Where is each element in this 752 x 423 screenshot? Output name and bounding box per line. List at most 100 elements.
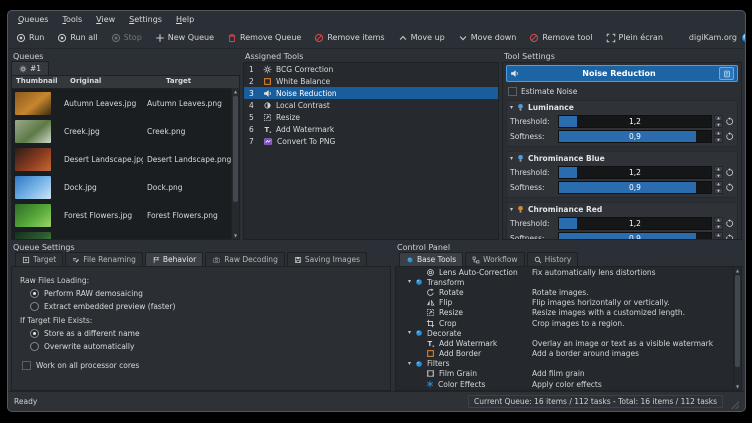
queue-row[interactable]: Dock.jpgDock.png [12,173,239,201]
checkbox[interactable] [22,361,31,370]
spin-down-icon[interactable]: ▼ [714,239,723,240]
chrominance-red-softnessslider[interactable]: 0,9 [558,232,712,240]
tool-group-decorate[interactable]: ▾Decorate [396,328,741,338]
spin-up-icon[interactable]: ▲ [714,115,723,121]
assigned-tool-resize[interactable]: 5Resize [244,111,498,123]
spin-up-icon[interactable]: ▲ [714,232,723,238]
spin-down-icon[interactable]: ▼ [714,173,723,179]
estimate-noise-option[interactable]: Estimate Noise [508,87,736,96]
toolbar-run-button[interactable]: Run [16,33,44,43]
store-as-a-different-name-radio[interactable]: Store as a different name [30,329,382,338]
spinbox[interactable]: ▲▼ [714,232,723,240]
tool-item-rotate[interactable]: RotateRotate images. [396,287,741,297]
radio-button[interactable] [30,342,39,351]
assigned-tool-add-watermark[interactable]: 6TAdd Watermark [244,123,498,135]
queue-tab-1[interactable]: #1 [11,61,49,75]
toolbar-remove-items-button[interactable]: Remove items [314,33,384,43]
extract-embedded-preview-faster-radio[interactable]: Extract embedded preview (faster) [30,302,382,311]
spinbox[interactable]: ▲▼ [714,181,723,194]
queue-row[interactable]: Forest Flowers.jpgForest Flowers.png [12,201,239,229]
chrominance-blue-thresholdslider[interactable]: 1,2 [558,166,712,179]
queue-settings-tab-target[interactable]: Target [15,252,63,266]
tool-item-lens-auto-correction[interactable]: Lens Auto-CorrectionFix automatically le… [396,267,741,277]
expand-arrow-icon[interactable]: ▾ [408,279,411,285]
queue-settings-tab-raw-decoding[interactable]: Raw Decoding [205,252,285,266]
tool-item-crop[interactable]: CropCrop images to a region. [396,318,741,328]
queue-settings-tab-behavior[interactable]: Behavior [145,252,203,266]
section-chrominance-red-header[interactable]: ▾Chrominance Red [510,204,734,215]
toolbar-move-down-button[interactable]: Move down [458,33,517,43]
assigned-tool-white-balance[interactable]: 2White Balance [244,75,498,87]
toolbar-new-queue-button[interactable]: New Queue [155,33,214,43]
reset-button[interactable] [725,219,734,228]
tool-item-add-watermark[interactable]: TAdd WatermarkOverlay an image or text a… [396,338,741,348]
spin-down-icon[interactable]: ▼ [714,188,723,194]
scroll-down-icon[interactable]: ▼ [735,384,740,389]
tool-group-transform[interactable]: ▾Transform [396,277,741,287]
resize-grip[interactable] [731,401,739,409]
spin-up-icon[interactable]: ▲ [714,181,723,187]
luminance-softnessslider[interactable]: 0,9 [558,130,712,143]
reset-button[interactable] [725,234,734,240]
queue-row[interactable]: Autumn Leaves.jpgAutumn Leaves.png [12,89,239,117]
menu-settings[interactable]: Settings [129,15,162,24]
tool-item-film-grain[interactable]: Film GrainAdd film grain [396,369,741,379]
toolbar-remove-queue-button[interactable]: Remove Queue [227,33,301,43]
tool-group-filters[interactable]: ▾Filters [396,359,741,369]
toolbar-plein-cran-button[interactable]: Plein écran [606,33,663,43]
queue-settings-tab-saving-images[interactable]: Saving Images [287,252,367,266]
section-luminance-header[interactable]: ▾Luminance [510,102,734,113]
radio-button[interactable] [30,289,39,298]
spin-down-icon[interactable]: ▼ [714,122,723,128]
expand-arrow-icon[interactable]: ▾ [408,330,411,336]
toolbar-remove-tool-button[interactable]: Remove tool [529,33,592,43]
estimate-noise-checkbox[interactable] [508,87,517,96]
chrominance-blue-softnessslider[interactable]: 0,9 [558,181,712,194]
spin-up-icon[interactable]: ▲ [714,166,723,172]
expand-arrow-icon[interactable]: ▾ [408,361,411,367]
toolbar-run-all-button[interactable]: Run all [57,33,97,43]
spin-down-icon[interactable]: ▼ [714,137,723,143]
queue-row[interactable]: Creek.jpgCreek.png [12,117,239,145]
radio-button[interactable] [30,302,39,311]
menu-help[interactable]: Help [176,15,194,24]
menu-queues[interactable]: Queues [18,15,48,24]
queue-settings-tab-file-renaming[interactable]: File Renaming [65,252,143,266]
control-panel-vertical-scrollbar[interactable]: ▲ ▼ [733,267,741,390]
queues-vertical-scrollbar[interactable]: ▲ ▼ [231,88,239,239]
toolbar-move-up-button[interactable]: Move up [398,33,445,43]
assigned-tool-convert-to-png[interactable]: 7Convert To PNG [244,135,498,147]
control-panel-tab-workflow[interactable]: Workflow [465,252,524,266]
scroll-down-icon[interactable]: ▼ [233,233,238,238]
spin-up-icon[interactable]: ▲ [714,130,723,136]
control-panel-tab-history[interactable]: History [527,252,579,266]
scroll-up-icon[interactable]: ▲ [735,268,740,273]
assigned-tool-bcg-correction[interactable]: 1BCG Correction [244,63,498,75]
tool-item-color-effects[interactable]: Color EffectsApply color effects [396,379,741,389]
radio-button[interactable] [30,329,39,338]
assigned-tool-noise-reduction[interactable]: 3Noise Reduction [244,87,498,99]
queue-row[interactable]: Desert Landscape.jpgDesert Landscape.png [12,145,239,173]
reset-button[interactable] [725,132,734,141]
spinbox[interactable]: ▲▼ [714,130,723,143]
overwrite-automatically-radio[interactable]: Overwrite automatically [30,342,382,351]
perform-raw-demosaicing-radio[interactable]: Perform RAW demosaicing [30,289,382,298]
spinbox[interactable]: ▲▼ [714,217,723,230]
tool-help-button[interactable] [719,67,734,80]
reset-button[interactable] [725,168,734,177]
spin-up-icon[interactable]: ▲ [714,217,723,223]
luminance-thresholdslider[interactable]: 1,2 [558,115,712,128]
column-header-target[interactable]: Target [162,76,239,88]
queue-row[interactable]: Forest.jpgForest.png [12,229,239,239]
tool-item-add-border[interactable]: Add BorderAdd a border around images [396,349,741,359]
spin-down-icon[interactable]: ▼ [714,224,723,230]
control-panel-tab-base-tools[interactable]: Base Tools [399,252,463,266]
menu-tools[interactable]: Tools [62,15,82,24]
column-header-original[interactable]: Original [66,76,162,88]
tool-item-flip[interactable]: FlipFlip images horizontally or vertical… [396,298,741,308]
spinbox[interactable]: ▲▼ [714,115,723,128]
work-on-all-processor-cores-checkbox[interactable]: Work on all processor cores [22,361,382,370]
menu-view[interactable]: View [96,15,115,24]
assigned-tool-local-contrast[interactable]: 4Local Contrast [244,99,498,111]
chrominance-red-thresholdslider[interactable]: 1,2 [558,217,712,230]
